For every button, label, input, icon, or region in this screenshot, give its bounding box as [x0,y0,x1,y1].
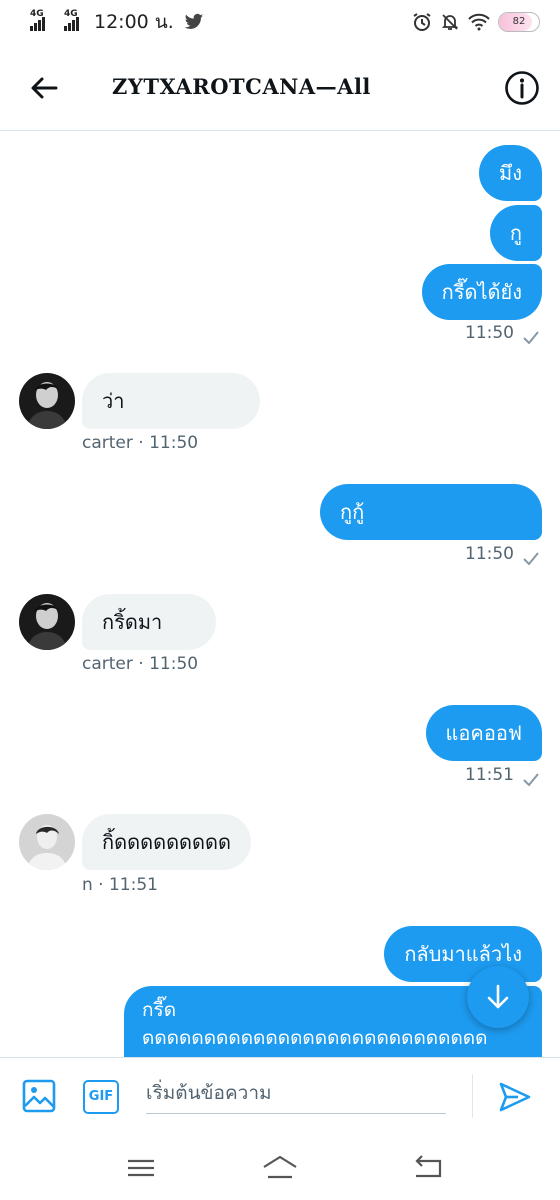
alarm-icon [413,13,431,31]
avatar[interactable] [19,594,75,650]
message-time: 11:50 [465,323,514,343]
check-icon [523,552,539,565]
message-time: 11:50 [465,544,514,564]
arrow-left-icon[interactable] [28,72,60,104]
message-composer: GIF [0,1057,560,1135]
system-nav-bar [0,1135,560,1200]
send-icon[interactable] [498,1080,532,1114]
wifi-icon [468,13,490,31]
gif-button[interactable]: GIF [83,1080,119,1114]
received-message[interactable]: กิ้ดดดดดดดดด [82,814,252,870]
check-icon [523,773,539,786]
image-icon[interactable] [22,1079,56,1113]
battery-indicator: 82 [498,12,540,32]
sent-message[interactable]: มึง [479,145,542,201]
avatar[interactable] [19,373,75,429]
message-sender-time: n · 11:51 [82,875,158,895]
message-list[interactable]: มึง กู กรี๊ดได้ยัง 11:50 ว่า carter · 11… [0,131,560,1057]
message-time: 11:51 [465,765,514,785]
status-time: 12:00 น. [94,11,174,33]
conversation-header: ZYTXAROTCANA—All [0,44,560,131]
signal-icon: 4G [64,9,84,31]
arrow-down-icon [487,984,509,1009]
home-icon[interactable] [261,1153,299,1183]
message-input[interactable] [146,1072,446,1114]
menu-icon[interactable] [122,1153,160,1183]
mute-bell-icon [441,14,459,30]
sent-message[interactable]: กู [489,205,542,261]
divider [472,1074,473,1118]
check-icon [523,331,539,344]
status-bar: 4G 4G 12:00 น. 82 [0,0,560,44]
avatar[interactable] [19,814,75,870]
sent-message[interactable]: แอคออฟ [425,705,542,761]
message-sender-time: carter · 11:50 [82,433,199,453]
scroll-to-bottom-button[interactable] [467,966,529,1028]
message-sender-time: carter · 11:50 [82,654,199,674]
conversation-title: ZYTXAROTCANA—All [112,74,371,99]
signal-icon: 4G [30,9,50,31]
received-message[interactable]: ว่า [82,373,260,429]
twitter-bird-icon [184,13,203,29]
sent-message[interactable]: กูกู้ [320,484,542,540]
info-circle-icon[interactable] [504,70,540,106]
received-message[interactable]: กริ้ดมา [82,594,216,650]
sent-message[interactable]: กรี๊ดได้ยัง [421,264,542,320]
back-icon[interactable] [408,1153,446,1183]
